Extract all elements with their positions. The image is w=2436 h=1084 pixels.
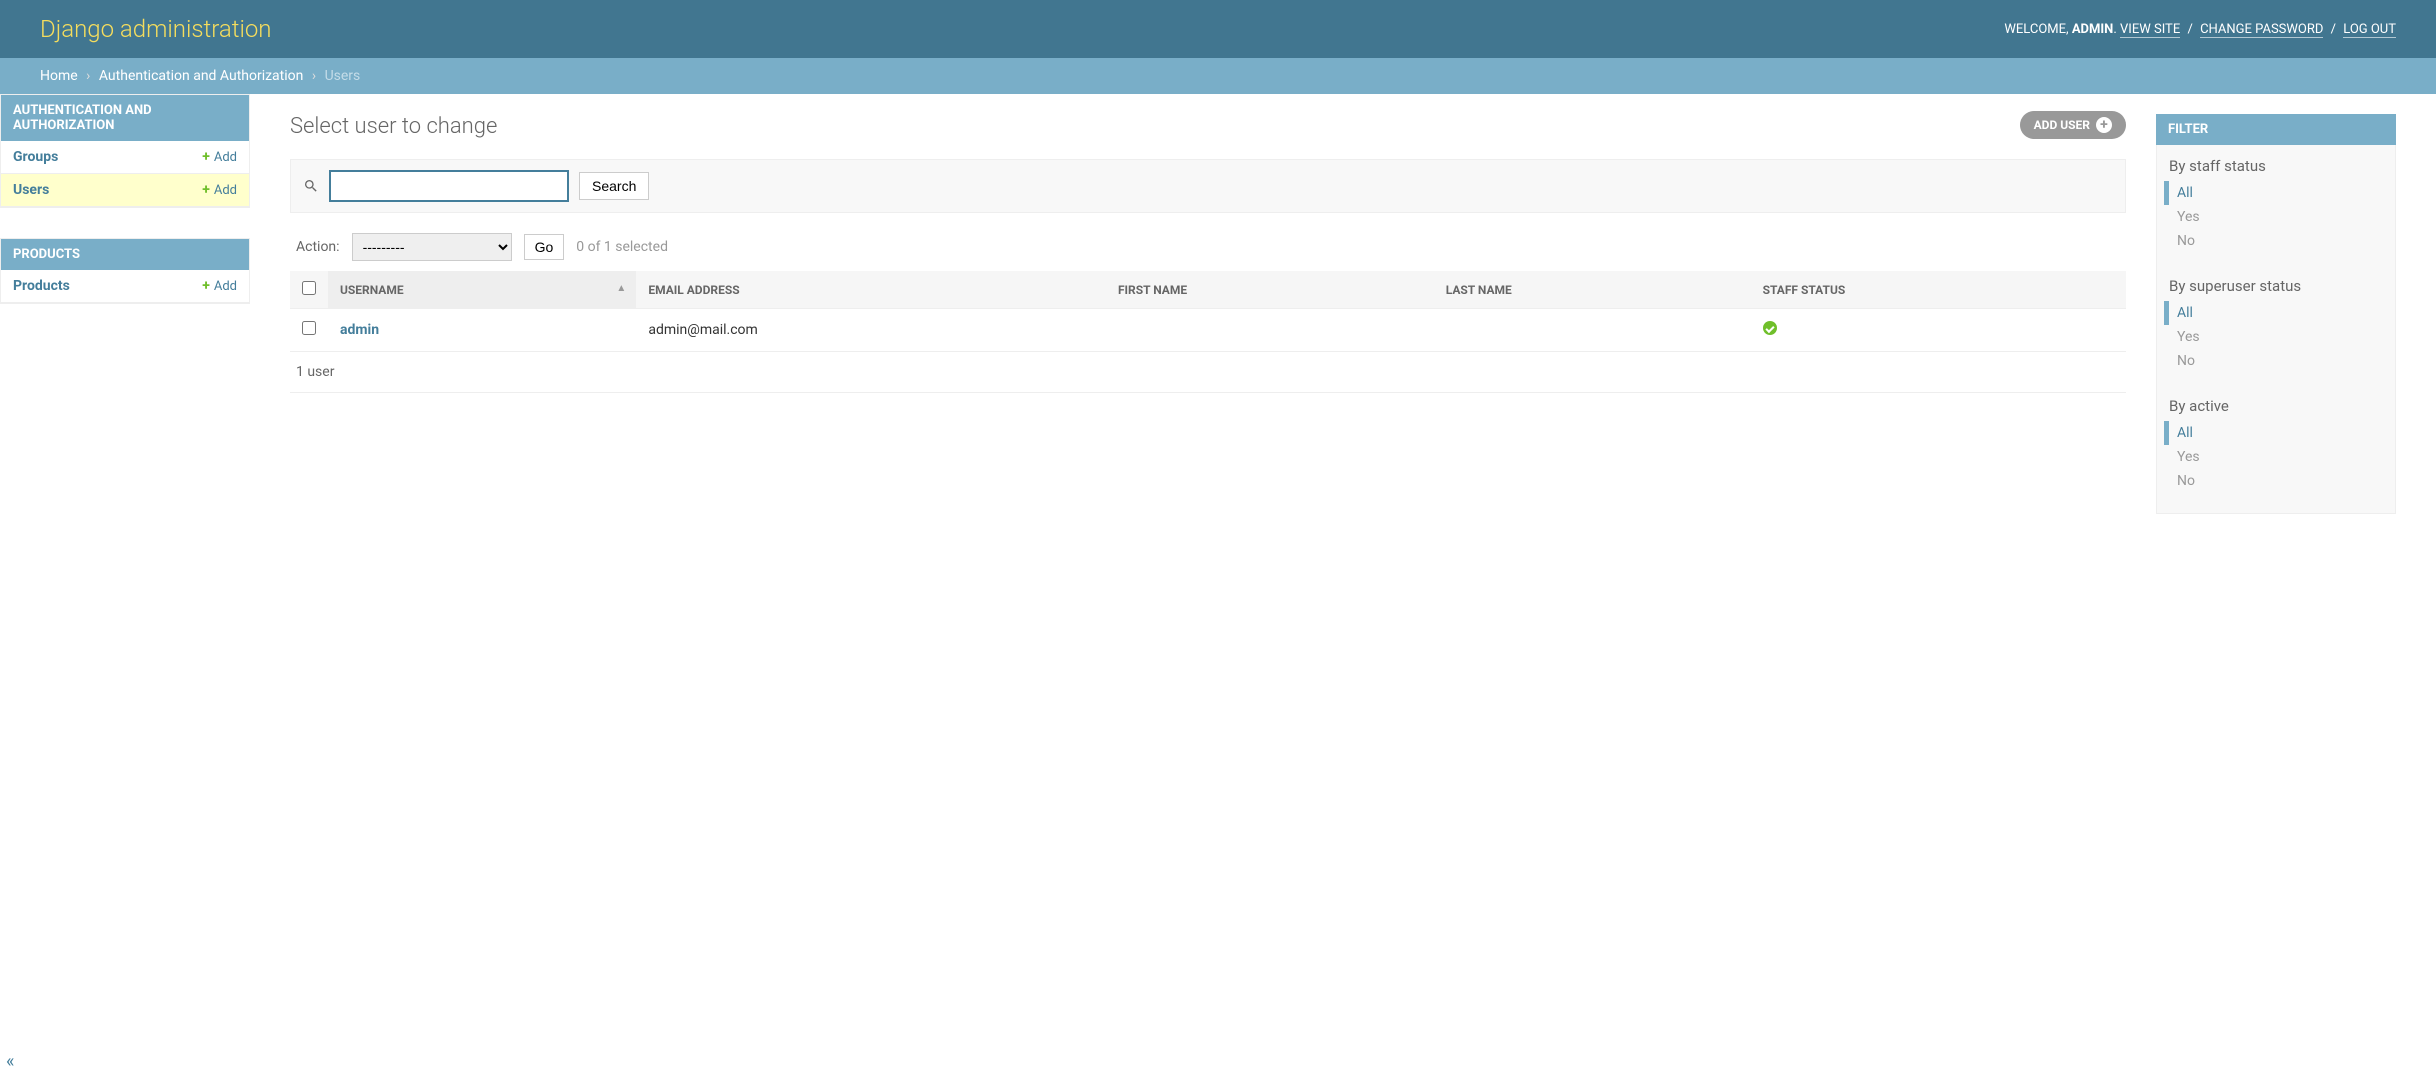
view-site-link[interactable]: VIEW SITE: [2120, 22, 2180, 38]
action-label: Action:: [296, 239, 340, 255]
header: Django administration WELCOME, ADMIN. VI…: [0, 0, 2436, 58]
plus-icon: +: [202, 149, 210, 165]
filter-option[interactable]: No: [2177, 473, 2195, 489]
object-tools: ADD USER +: [2020, 111, 2126, 139]
col-first-name[interactable]: FIRST NAME: [1106, 271, 1434, 309]
filter-option[interactable]: No: [2177, 353, 2195, 369]
page-title: Select user to change: [290, 114, 2126, 139]
row-last-name: [1434, 309, 1751, 352]
breadcrumb-home[interactable]: Home: [40, 68, 78, 84]
user-tools: WELCOME, ADMIN. VIEW SITE / CHANGE PASSW…: [2004, 22, 2396, 37]
row-checkbox[interactable]: [302, 321, 316, 335]
sidebar-module-auth: AUTHENTICATION AND AUTHORIZATION Groups …: [0, 94, 250, 208]
plus-icon: +: [2096, 117, 2112, 133]
table-row: admin admin@mail.com: [290, 309, 2126, 352]
filter-group-title: By staff status: [2157, 145, 2395, 181]
plus-icon: +: [202, 182, 210, 198]
check-icon: [1763, 321, 1777, 335]
branding[interactable]: Django administration: [40, 15, 272, 43]
sort-asc-icon: ▲: [616, 283, 626, 294]
sidebar-link-groups[interactable]: Groups: [13, 149, 58, 165]
col-username[interactable]: USERNAME▲: [328, 271, 636, 309]
filter-group-title: By superuser status: [2157, 265, 2395, 301]
sidebar-link-products[interactable]: Products: [13, 278, 70, 294]
row-email: admin@mail.com: [636, 309, 1106, 352]
search-icon: [303, 178, 319, 194]
search-input[interactable]: [329, 170, 569, 202]
results-table: USERNAME▲ EMAIL ADDRESS FIRST NAME LAST …: [290, 271, 2126, 352]
action-select[interactable]: ---------: [352, 233, 512, 261]
filter-group-title: By active: [2157, 385, 2395, 421]
selection-counter: 0 of 1 selected: [576, 239, 668, 255]
filter-option[interactable]: All: [2177, 305, 2193, 321]
filter-option[interactable]: Yes: [2177, 209, 2200, 225]
filter-panel: FILTER By staff status All Yes No By sup…: [2156, 114, 2396, 514]
add-users-link[interactable]: +Add: [202, 182, 237, 198]
sidebar-caption: PRODUCTS: [1, 239, 249, 270]
change-password-link[interactable]: CHANGE PASSWORD: [2200, 22, 2323, 38]
add-user-button[interactable]: ADD USER +: [2020, 111, 2126, 139]
main-content: Select user to change ADD USER + Search …: [290, 114, 2126, 514]
sidebar-module-products: PRODUCTS Products +Add: [0, 238, 250, 304]
actions-bar: Action: --------- Go 0 of 1 selected: [290, 233, 2126, 261]
welcome-text: WELCOME,: [2004, 22, 2068, 37]
sidebar-caption: AUTHENTICATION AND AUTHORIZATION: [1, 95, 249, 141]
filter-option[interactable]: No: [2177, 233, 2195, 249]
breadcrumbs: Home › Authentication and Authorization …: [0, 58, 2436, 94]
col-last-name[interactable]: LAST NAME: [1434, 271, 1751, 309]
filter-title: FILTER: [2156, 114, 2396, 145]
row-username-link[interactable]: admin: [340, 322, 379, 338]
select-all-checkbox[interactable]: [302, 281, 316, 295]
search-toolbar: Search: [290, 159, 2126, 213]
filter-option[interactable]: All: [2177, 185, 2193, 201]
sidebar-link-users[interactable]: Users: [13, 182, 49, 198]
sidebar: AUTHENTICATION AND AUTHORIZATION Groups …: [0, 94, 250, 534]
go-button[interactable]: Go: [524, 234, 565, 260]
add-groups-link[interactable]: +Add: [202, 149, 237, 165]
search-button[interactable]: Search: [579, 172, 649, 200]
breadcrumb-current: Users: [325, 68, 361, 84]
logout-link[interactable]: LOG OUT: [2343, 22, 2396, 38]
sidebar-item-groups: Groups +Add: [1, 141, 249, 174]
filter-option[interactable]: All: [2177, 425, 2193, 441]
col-staff[interactable]: STAFF STATUS: [1751, 271, 2126, 309]
filter-option[interactable]: Yes: [2177, 449, 2200, 465]
sidebar-item-users: Users +Add: [1, 174, 249, 207]
row-staff: [1751, 309, 2126, 352]
col-email[interactable]: EMAIL ADDRESS: [636, 271, 1106, 309]
plus-icon: +: [202, 278, 210, 294]
add-products-link[interactable]: +Add: [202, 278, 237, 294]
row-first-name: [1106, 309, 1434, 352]
sidebar-item-products: Products +Add: [1, 270, 249, 303]
username: ADMIN: [2072, 22, 2114, 37]
filter-option[interactable]: Yes: [2177, 329, 2200, 345]
breadcrumb-app[interactable]: Authentication and Authorization: [99, 68, 304, 84]
paginator: 1 user: [290, 352, 2126, 393]
toggle-nav-icon[interactable]: «: [6, 1051, 14, 1072]
